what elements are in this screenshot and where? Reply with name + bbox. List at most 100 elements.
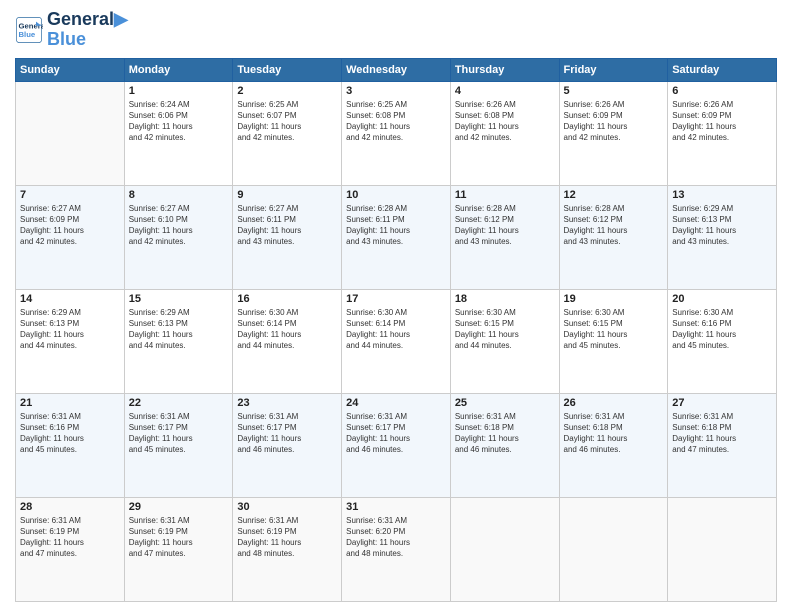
day-number: 3: [346, 85, 446, 97]
calendar-cell: 14 Sunrise: 6:29 AM Sunset: 6:13 PM Dayli…: [16, 289, 125, 393]
day-number: 26: [564, 397, 664, 409]
day-info: Sunrise: 6:27 AM Sunset: 6:10 PM Dayligh…: [129, 203, 229, 248]
week-row-4: 21 Sunrise: 6:31 AM Sunset: 6:16 PM Dayli…: [16, 393, 777, 497]
day-number: 7: [20, 189, 120, 201]
day-info: Sunrise: 6:25 AM Sunset: 6:08 PM Dayligh…: [346, 99, 446, 144]
calendar-cell: 4Sunrise: 6:26 AM Sunset: 6:08 PM Daylig…: [450, 81, 559, 185]
calendar-cell: 20 Sunrise: 6:30 AM Sunset: 6:16 PM Dayli…: [668, 289, 777, 393]
calendar-cell: 2Sunrise: 6:25 AM Sunset: 6:07 PM Daylig…: [233, 81, 342, 185]
calendar-cell: 29Sunrise: 6:31 AM Sunset: 6:19 PM Dayli…: [124, 497, 233, 601]
week-row-2: 7 Sunrise: 6:27 AM Sunset: 6:09 PM Daylig…: [16, 185, 777, 289]
day-number: 19: [564, 293, 664, 305]
day-number: 8: [129, 189, 229, 201]
day-info: Sunrise: 6:31 AM Sunset: 6:19 PM Dayligh…: [20, 515, 120, 560]
day-number: 21: [20, 397, 120, 409]
day-number: 18: [455, 293, 555, 305]
calendar-cell: 13 Sunrise: 6:29 AM Sunset: 6:13 PM Dayli…: [668, 185, 777, 289]
day-info: Sunrise: 6:30 AM Sunset: 6:14 PM Dayligh…: [237, 307, 337, 352]
calendar-cell: 28 Sunrise: 6:31 AM Sunset: 6:19 PM Dayli…: [16, 497, 125, 601]
day-info: Sunrise: 6:29 AM Sunset: 6:13 PM Dayligh…: [20, 307, 120, 352]
logo: General Blue General▶ Blue: [15, 10, 128, 50]
calendar-cell: 15Sunrise: 6:29 AM Sunset: 6:13 PM Dayli…: [124, 289, 233, 393]
day-number: 1: [129, 85, 229, 97]
column-header-monday: Monday: [124, 58, 233, 81]
calendar-cell: 5 Sunrise: 6:26 AM Sunset: 6:09 PM Daylig…: [559, 81, 668, 185]
calendar-cell: 26 Sunrise: 6:31 AM Sunset: 6:18 PM Dayli…: [559, 393, 668, 497]
calendar-cell: 19Sunrise: 6:30 AM Sunset: 6:15 PM Dayli…: [559, 289, 668, 393]
day-number: 5: [564, 85, 664, 97]
day-number: 9: [237, 189, 337, 201]
day-number: 13: [672, 189, 772, 201]
svg-text:General: General: [19, 21, 44, 30]
header: General Blue General▶ Blue: [15, 10, 777, 50]
calendar-cell: 30Sunrise: 6:31 AM Sunset: 6:19 PM Dayli…: [233, 497, 342, 601]
calendar-table: SundayMondayTuesdayWednesdayThursdayFrid…: [15, 58, 777, 602]
week-row-3: 14 Sunrise: 6:29 AM Sunset: 6:13 PM Dayli…: [16, 289, 777, 393]
day-info: Sunrise: 6:31 AM Sunset: 6:19 PM Dayligh…: [237, 515, 337, 560]
calendar-cell: 3 Sunrise: 6:25 AM Sunset: 6:08 PM Daylig…: [342, 81, 451, 185]
day-info: Sunrise: 6:29 AM Sunset: 6:13 PM Dayligh…: [129, 307, 229, 352]
day-number: 23: [237, 397, 337, 409]
calendar-cell: 21 Sunrise: 6:31 AM Sunset: 6:16 PM Dayli…: [16, 393, 125, 497]
calendar-cell: 22 Sunrise: 6:31 AM Sunset: 6:17 PM Dayli…: [124, 393, 233, 497]
day-info: Sunrise: 6:28 AM Sunset: 6:12 PM Dayligh…: [455, 203, 555, 248]
logo-text-block: General▶ Blue: [47, 10, 128, 50]
column-header-friday: Friday: [559, 58, 668, 81]
calendar-cell: 9Sunrise: 6:27 AM Sunset: 6:11 PM Daylig…: [233, 185, 342, 289]
calendar-cell: [16, 81, 125, 185]
day-info: Sunrise: 6:30 AM Sunset: 6:14 PM Dayligh…: [346, 307, 446, 352]
column-header-sunday: Sunday: [16, 58, 125, 81]
column-header-thursday: Thursday: [450, 58, 559, 81]
day-info: Sunrise: 6:26 AM Sunset: 6:08 PM Dayligh…: [455, 99, 555, 144]
calendar-cell: 25Sunrise: 6:31 AM Sunset: 6:18 PM Dayli…: [450, 393, 559, 497]
calendar-cell: [668, 497, 777, 601]
day-number: 20: [672, 293, 772, 305]
day-number: 12: [564, 189, 664, 201]
calendar-cell: 16 Sunrise: 6:30 AM Sunset: 6:14 PM Dayli…: [233, 289, 342, 393]
calendar-cell: 23Sunrise: 6:31 AM Sunset: 6:17 PM Dayli…: [233, 393, 342, 497]
day-info: Sunrise: 6:31 AM Sunset: 6:17 PM Dayligh…: [129, 411, 229, 456]
day-number: 11: [455, 189, 555, 201]
day-info: Sunrise: 6:30 AM Sunset: 6:15 PM Dayligh…: [455, 307, 555, 352]
day-info: Sunrise: 6:31 AM Sunset: 6:19 PM Dayligh…: [129, 515, 229, 560]
day-number: 25: [455, 397, 555, 409]
day-info: Sunrise: 6:26 AM Sunset: 6:09 PM Dayligh…: [564, 99, 664, 144]
column-header-tuesday: Tuesday: [233, 58, 342, 81]
week-row-1: 1Sunrise: 6:24 AM Sunset: 6:06 PM Daylig…: [16, 81, 777, 185]
calendar-cell: 12Sunrise: 6:28 AM Sunset: 6:12 PM Dayli…: [559, 185, 668, 289]
calendar-cell: 7 Sunrise: 6:27 AM Sunset: 6:09 PM Daylig…: [16, 185, 125, 289]
header-row: SundayMondayTuesdayWednesdayThursdayFrid…: [16, 58, 777, 81]
logo-line2: Blue: [47, 30, 128, 50]
day-info: Sunrise: 6:31 AM Sunset: 6:16 PM Dayligh…: [20, 411, 120, 456]
calendar-cell: 6Sunrise: 6:26 AM Sunset: 6:09 PM Daylig…: [668, 81, 777, 185]
day-info: Sunrise: 6:29 AM Sunset: 6:13 PM Dayligh…: [672, 203, 772, 248]
calendar-cell: 10Sunrise: 6:28 AM Sunset: 6:11 PM Dayli…: [342, 185, 451, 289]
day-info: Sunrise: 6:31 AM Sunset: 6:18 PM Dayligh…: [564, 411, 664, 456]
calendar-cell: 18 Sunrise: 6:30 AM Sunset: 6:15 PM Dayli…: [450, 289, 559, 393]
day-info: Sunrise: 6:28 AM Sunset: 6:11 PM Dayligh…: [346, 203, 446, 248]
day-number: 2: [237, 85, 337, 97]
day-number: 16: [237, 293, 337, 305]
column-header-wednesday: Wednesday: [342, 58, 451, 81]
calendar-cell: 31 Sunrise: 6:31 AM Sunset: 6:20 PM Dayli…: [342, 497, 451, 601]
logo-icon: General Blue: [15, 16, 43, 44]
day-info: Sunrise: 6:27 AM Sunset: 6:09 PM Dayligh…: [20, 203, 120, 248]
day-number: 6: [672, 85, 772, 97]
day-number: 28: [20, 501, 120, 513]
calendar-cell: [450, 497, 559, 601]
svg-text:Blue: Blue: [19, 30, 36, 39]
day-info: Sunrise: 6:31 AM Sunset: 6:18 PM Dayligh…: [672, 411, 772, 456]
page: General Blue General▶ Blue SundayMondayT…: [0, 0, 792, 612]
column-header-saturday: Saturday: [668, 58, 777, 81]
day-number: 17: [346, 293, 446, 305]
calendar-cell: 8 Sunrise: 6:27 AM Sunset: 6:10 PM Daylig…: [124, 185, 233, 289]
day-number: 22: [129, 397, 229, 409]
day-number: 14: [20, 293, 120, 305]
calendar-cell: 1Sunrise: 6:24 AM Sunset: 6:06 PM Daylig…: [124, 81, 233, 185]
day-info: Sunrise: 6:30 AM Sunset: 6:16 PM Dayligh…: [672, 307, 772, 352]
day-number: 31: [346, 501, 446, 513]
calendar-cell: 24Sunrise: 6:31 AM Sunset: 6:17 PM Dayli…: [342, 393, 451, 497]
day-info: Sunrise: 6:31 AM Sunset: 6:20 PM Dayligh…: [346, 515, 446, 560]
day-number: 27: [672, 397, 772, 409]
calendar-cell: 27 Sunrise: 6:31 AM Sunset: 6:18 PM Dayli…: [668, 393, 777, 497]
